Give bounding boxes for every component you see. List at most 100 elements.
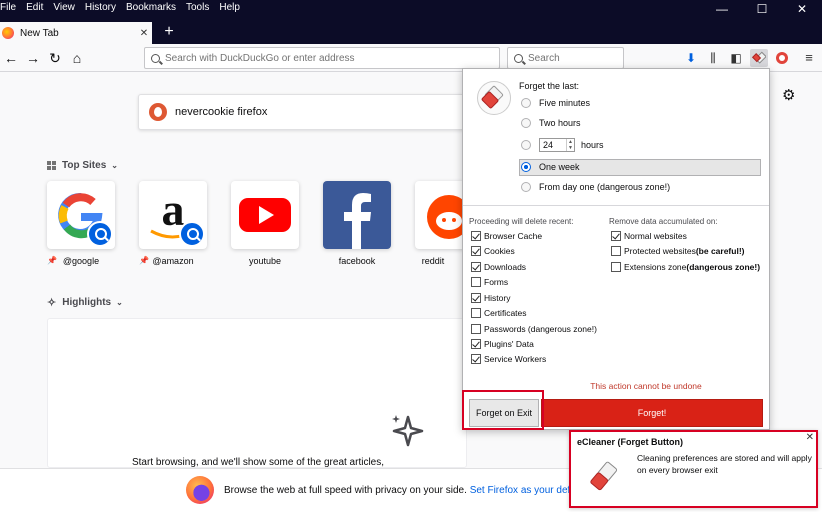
menu-history[interactable]: History	[80, 0, 121, 16]
home-button[interactable]: ⌂	[66, 47, 88, 69]
range-label: hours	[581, 140, 604, 150]
tab-new-tab[interactable]: New Tab ✕	[0, 22, 152, 44]
downloads-icon[interactable]: ⬇	[682, 49, 700, 67]
range-option[interactable]: One week	[521, 159, 580, 175]
top-site-label: @amazon	[152, 256, 194, 266]
library-icon[interactable]: ⫼	[704, 49, 722, 67]
maximize-button[interactable]: ☐	[742, 0, 782, 18]
new-tab-button[interactable]: +	[158, 22, 180, 44]
tab-close-icon[interactable]: ✕	[136, 28, 152, 39]
close-window-button[interactable]: ✕	[782, 0, 822, 18]
youtube-logo-icon	[239, 198, 291, 232]
option-forms[interactable]: Forms	[471, 275, 508, 289]
range-option[interactable]: Two hours	[521, 115, 581, 131]
range-label: One week	[539, 162, 580, 172]
search-placeholder: Search	[528, 52, 560, 64]
checkbox[interactable]	[471, 277, 481, 287]
checkbox[interactable]	[471, 231, 481, 241]
hours-spinner[interactable]: 24 ▲ ▼	[539, 138, 575, 152]
banner-message: Browse the web at full speed with privac…	[224, 485, 467, 496]
option-cookies[interactable]: Cookies	[471, 244, 515, 258]
menu-icon[interactable]: ≡	[800, 49, 818, 67]
range-option[interactable]: Five minutes	[521, 95, 590, 111]
search-bar[interactable]: Search	[507, 47, 624, 69]
grid-icon	[47, 161, 56, 170]
checkbox[interactable]	[471, 308, 481, 318]
minimize-button[interactable]: —	[702, 0, 742, 18]
option-certificates[interactable]: Certificates	[471, 306, 527, 320]
page-settings-icon[interactable]: ⚙	[782, 86, 795, 104]
menu-tools[interactable]: Tools	[181, 0, 214, 16]
range-label: Two hours	[539, 118, 581, 128]
radio-button[interactable]	[521, 98, 531, 108]
notification-title: eCleaner (Forget Button)	[577, 437, 684, 447]
forget-range-title: Forget the last:	[519, 81, 580, 91]
top-site-facebook[interactable]	[323, 181, 391, 249]
menu-bookmarks[interactable]: Bookmarks	[121, 0, 181, 16]
range-option[interactable]: From day one (dangerous zone!)	[521, 179, 670, 195]
top-site-amazon[interactable]: a	[139, 181, 207, 249]
back-button[interactable]: ←	[0, 47, 22, 69]
checkbox[interactable]	[471, 354, 481, 364]
forward-button[interactable]: →	[22, 47, 44, 69]
option-passwords[interactable]: Passwords (dangerous zone!)	[471, 322, 597, 336]
page-search-box[interactable]: nevercookie firefox	[138, 94, 468, 130]
firefox-logo-icon	[186, 476, 214, 504]
search-icon	[151, 53, 160, 63]
option-label: Normal websites	[624, 231, 687, 241]
checkbox[interactable]	[471, 339, 481, 349]
notification-close-icon[interactable]: ✕	[806, 432, 814, 443]
url-placeholder: Search with DuckDuckGo or enter address	[165, 52, 355, 64]
sidebar-icon[interactable]: ◧	[727, 49, 745, 67]
set-default-link[interactable]: Set Firefox as your defa	[470, 485, 576, 496]
option-history[interactable]: History	[471, 291, 510, 305]
checkbox[interactable]	[611, 231, 621, 241]
highlights-header[interactable]: ✧ Highlights ⌄	[47, 296, 123, 309]
option-label: Certificates	[484, 308, 527, 318]
title-bar: File Edit View History Bookmarks Tools H…	[0, 0, 822, 44]
option-label: Plugins' Data	[484, 339, 534, 349]
radio-button[interactable]	[521, 140, 531, 150]
range-label: Five minutes	[539, 98, 591, 108]
top-sites-header[interactable]: Top Sites ⌄	[47, 160, 118, 171]
eraser-icon	[590, 461, 618, 491]
ecleaner-icon[interactable]	[750, 49, 768, 67]
forget-on-exit-button[interactable]: Forget on Exit	[469, 399, 539, 427]
ecleaner-popup: Forget the last: Five minutes Two hours …	[462, 68, 770, 430]
menu-view[interactable]: View	[48, 0, 80, 16]
forget-button[interactable]: Forget!	[541, 399, 763, 427]
option-plugins-data[interactable]: Plugins' Data	[471, 337, 534, 351]
checkbox[interactable]	[471, 324, 481, 334]
menu-help[interactable]: Help	[214, 0, 245, 16]
checkbox[interactable]	[471, 293, 481, 303]
menu-file[interactable]: File	[0, 0, 21, 16]
checkbox[interactable]	[471, 262, 481, 272]
menu-edit[interactable]: Edit	[21, 0, 48, 16]
option-normal-websites[interactable]: Normal websites	[611, 229, 687, 243]
option-extensions-zone[interactable]: Extensions zone (dangerous zone!)	[611, 260, 760, 274]
top-sites-label: Top Sites	[62, 160, 107, 171]
option-downloads[interactable]: Downloads	[471, 260, 526, 274]
option-label: Service Workers	[484, 354, 547, 364]
option-label: Browser Cache	[484, 231, 543, 241]
browser-window: File Edit View History Bookmarks Tools H…	[0, 0, 822, 512]
checkbox[interactable]	[611, 246, 621, 256]
extension-icon[interactable]	[773, 49, 791, 67]
top-site-google[interactable]	[47, 181, 115, 249]
radio-button-checked[interactable]	[521, 162, 531, 172]
duckduckgo-icon	[149, 103, 167, 121]
range-option[interactable]: 24 ▲ ▼ hours	[521, 137, 604, 153]
top-site-youtube[interactable]	[231, 181, 299, 249]
ecleaner-notification: eCleaner (Forget Button) ✕ Cleaning pref…	[569, 430, 818, 508]
checkbox[interactable]	[471, 246, 481, 256]
url-bar[interactable]: Search with DuckDuckGo or enter address	[144, 47, 500, 69]
spinner-arrows-icon[interactable]: ▲ ▼	[566, 139, 574, 151]
radio-button[interactable]	[521, 118, 531, 128]
option-service-workers[interactable]: Service Workers	[471, 352, 546, 366]
radio-button[interactable]	[521, 182, 531, 192]
reload-button[interactable]: ↻	[44, 47, 66, 69]
option-browser-cache[interactable]: Browser Cache	[471, 229, 542, 243]
hours-value: 24	[543, 140, 554, 150]
checkbox[interactable]	[611, 262, 621, 272]
option-protected-websites[interactable]: Protected websites (be careful!)	[611, 244, 744, 258]
